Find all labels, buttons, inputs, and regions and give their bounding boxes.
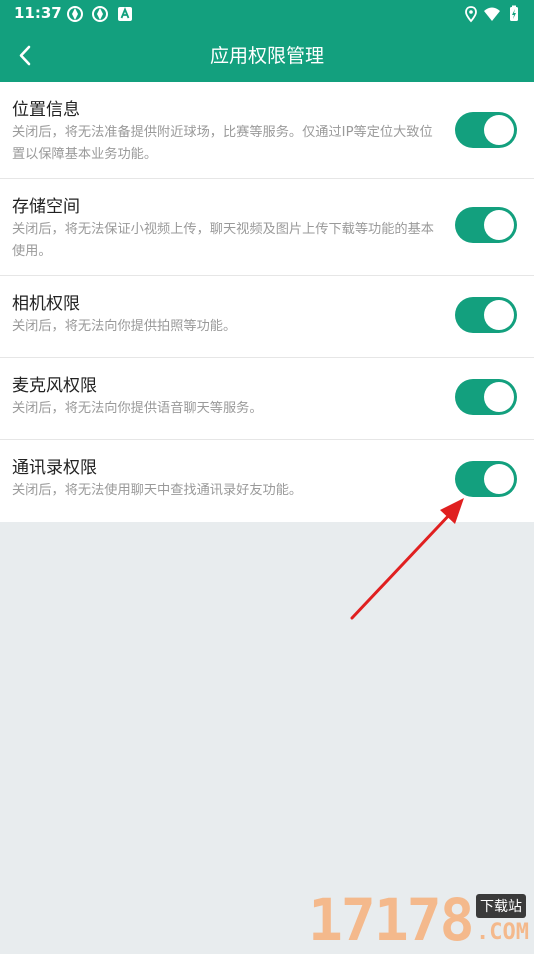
toggle-knob [484,382,514,412]
permission-row-location: 位置信息 关闭后，将无法准备提供附近球场，比赛等服务。仅通过IP等定位大致位置以… [0,82,534,179]
watermark-suffix: .COM [476,920,529,945]
watermark-number: 17178 [308,886,475,954]
back-button[interactable] [8,36,48,76]
permission-title: 相机权限 [12,294,80,314]
toggle-knob [484,464,514,494]
location-icon [465,6,477,23]
permission-description: 关闭后，将无法保证小视频上传，聊天视频及图片上传下载等功能的基本使用。 [12,222,434,259]
toggle-knob [484,115,514,145]
toggle-knob [484,300,514,330]
app-toolbar: 应用权限管理 [0,30,534,82]
annotation-arrow-icon [350,498,464,620]
status-bar: 11:37 [0,0,534,30]
watermark-badge: 下载站 [476,894,526,918]
chevron-left-icon [19,45,31,66]
permission-description: 关闭后，将无法向你提供拍照等功能。 [12,319,237,334]
location-toggle[interactable] [455,112,517,148]
page-title: 应用权限管理 [209,45,324,67]
camera-toggle[interactable] [455,297,517,333]
permission-description: 关闭后，将无法向你提供语音聊天等服务。 [12,401,263,416]
permission-title: 通讯录权限 [12,458,97,478]
notification-app-icon [92,6,108,22]
permission-row-camera: 相机权限 关闭后，将无法向你提供拍照等功能。 [0,276,534,358]
permission-list: 位置信息 关闭后，将无法准备提供附近球场，比赛等服务。仅通过IP等定位大致位置以… [0,82,534,522]
storage-toggle[interactable] [455,207,517,243]
status-time: 11:37 [14,4,62,22]
permission-description: 关闭后，将无法准备提供附近球场，比赛等服务。仅通过IP等定位大致位置以保障基本业… [12,125,433,162]
battery-icon [510,5,518,21]
permission-title: 存储空间 [12,197,80,217]
toggle-knob [484,210,514,240]
notification-app-icon [67,6,83,22]
permission-row-storage: 存储空间 关闭后，将无法保证小视频上传，聊天视频及图片上传下载等功能的基本使用。 [0,179,534,276]
notification-a-icon [118,7,132,21]
permission-title: 麦克风权限 [12,376,97,396]
watermark-logo: 17178 下载站 .COM [308,890,534,950]
permission-row-microphone: 麦克风权限 关闭后，将无法向你提供语音聊天等服务。 [0,358,534,440]
wifi-icon [484,7,500,21]
permission-title: 位置信息 [12,100,80,120]
microphone-toggle[interactable] [455,379,517,415]
